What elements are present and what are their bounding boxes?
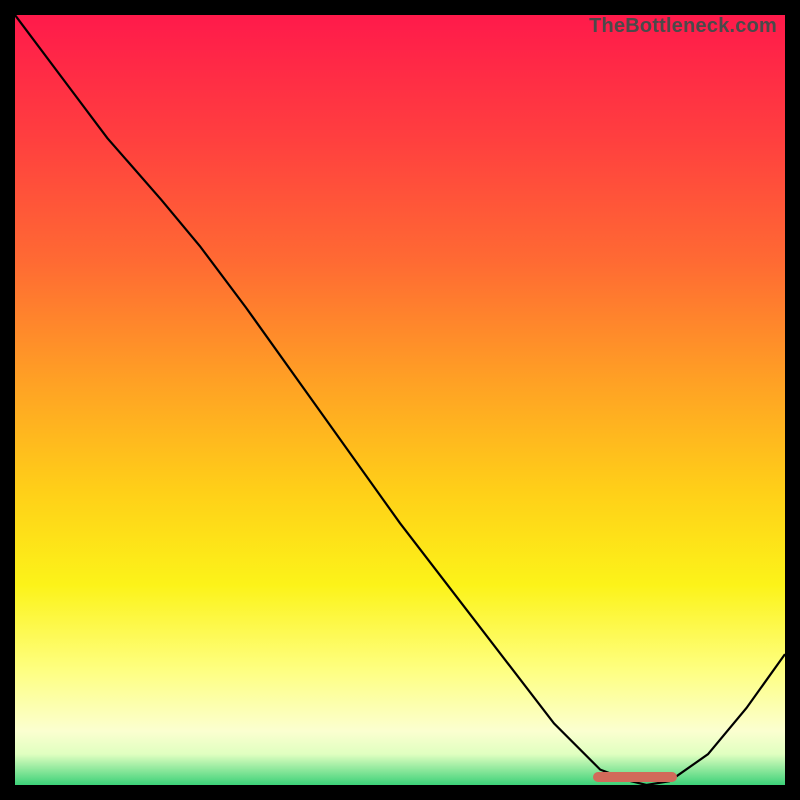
chart-frame: TheBottleneck.com — [0, 0, 800, 800]
plot-border — [15, 15, 785, 785]
plot-area: TheBottleneck.com — [15, 15, 785, 785]
